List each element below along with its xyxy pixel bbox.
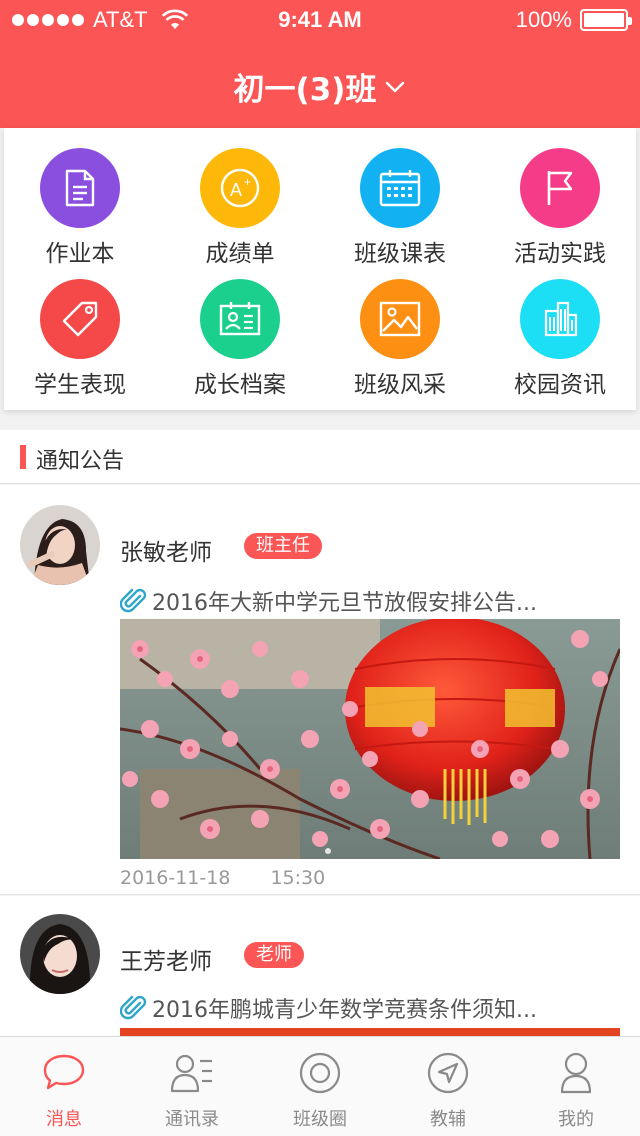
compass-icon xyxy=(427,1052,469,1094)
feature-grid: 作业本 A + 成绩单 班级课表 活动实践 学生表现 成长档案 班级风采 校园资… xyxy=(4,128,636,410)
feature-label: 成绩单 xyxy=(205,241,275,267)
feature-label: 活动实践 xyxy=(514,241,606,267)
tab-label: 教辅 xyxy=(430,1109,466,1130)
picture-icon xyxy=(360,279,440,359)
feature-timetable[interactable]: 班级课表 xyxy=(320,148,480,278)
homework-icon xyxy=(40,148,120,228)
feature-label: 成长档案 xyxy=(194,372,286,398)
notice-post[interactable]: 张敏老师 班主任 2016年大新中学元旦节放假安排公告... 2016-11-1… xyxy=(0,485,640,895)
status-bar: AT&T 9:41 AM 100% xyxy=(0,0,640,40)
class-selector[interactable]: 初一(3)班 xyxy=(0,64,640,109)
section-marker xyxy=(20,445,26,469)
feature-label: 作业本 xyxy=(45,241,115,267)
attachment-icon xyxy=(120,588,147,613)
feature-growth-record[interactable]: 成长档案 xyxy=(160,279,320,409)
grade-icon: A + xyxy=(200,148,280,228)
chevron-down-icon xyxy=(386,81,405,92)
tab-class-circle[interactable]: 班级圈 xyxy=(256,1051,384,1131)
notice-timestamp: 2016-11-18 15:30 xyxy=(120,867,325,889)
feature-homework[interactable]: 作业本 xyxy=(0,148,160,278)
building-icon xyxy=(520,279,600,359)
circle-icon xyxy=(299,1052,341,1094)
tab-bar: 消息 通讯录 班级圈 教辅 我的 xyxy=(0,1036,640,1136)
section-title: 通知公告 xyxy=(36,449,125,474)
battery-status: 100% xyxy=(515,7,632,33)
feature-performance[interactable]: 学生表现 xyxy=(0,279,160,409)
tag-icon xyxy=(40,279,120,359)
tab-label: 通讯录 xyxy=(165,1109,219,1130)
profile-card-icon xyxy=(200,279,280,359)
feature-label: 学生表现 xyxy=(34,372,126,398)
role-badge: 老师 xyxy=(244,942,304,968)
feature-label: 班级风采 xyxy=(354,372,446,398)
notice-title-text: 2016年鹏城青少年数学竞赛条件须知... xyxy=(152,998,537,1023)
tab-messages[interactable]: 消息 xyxy=(0,1051,128,1131)
user-icon xyxy=(560,1052,592,1094)
app-screen: AT&T 9:41 AM 100% 初一(3)班 作业本 A + 成绩单 班级课… xyxy=(0,0,640,1136)
attachment-icon xyxy=(120,995,147,1020)
tab-contacts[interactable]: 通讯录 xyxy=(128,1051,256,1131)
calendar-icon xyxy=(360,148,440,228)
tab-tutoring[interactable]: 教辅 xyxy=(384,1051,512,1131)
flag-icon xyxy=(520,148,600,228)
feature-label: 班级课表 xyxy=(354,241,446,267)
tab-label: 消息 xyxy=(46,1109,82,1130)
tab-profile[interactable]: 我的 xyxy=(512,1051,640,1131)
svg-text:+: + xyxy=(244,175,251,189)
notice-title[interactable]: 2016年大新中学元旦节放假安排公告... xyxy=(120,585,537,617)
notice-title-text: 2016年大新中学元旦节放假安排公告... xyxy=(152,591,537,616)
feature-campus-news[interactable]: 校园资讯 xyxy=(480,279,640,409)
avatar[interactable] xyxy=(20,505,100,585)
author-name: 王芳老师 xyxy=(120,949,212,975)
battery-percent: 100% xyxy=(515,7,572,32)
avatar[interactable] xyxy=(20,914,100,994)
notice-title[interactable]: 2016年鹏城青少年数学竞赛条件须知... xyxy=(120,992,537,1024)
notice-date: 2016-11-18 xyxy=(120,867,231,889)
notice-image[interactable] xyxy=(120,1028,620,1036)
feature-class-gallery[interactable]: 班级风采 xyxy=(320,279,480,409)
svg-text:A: A xyxy=(230,180,242,200)
feature-activities[interactable]: 活动实践 xyxy=(480,148,640,278)
author-name: 张敏老师 xyxy=(120,540,212,566)
notice-time: 15:30 xyxy=(270,867,326,889)
class-name: 初一(3)班 xyxy=(233,72,377,108)
tab-label: 班级圈 xyxy=(293,1109,347,1130)
feature-grades[interactable]: A + 成绩单 xyxy=(160,148,320,278)
tab-label: 我的 xyxy=(558,1109,594,1130)
feature-label: 校园资讯 xyxy=(514,372,606,398)
header: AT&T 9:41 AM 100% 初一(3)班 xyxy=(0,0,640,128)
notice-image[interactable] xyxy=(120,619,620,859)
contacts-icon xyxy=(170,1054,212,1093)
notices-header: 通知公告 xyxy=(0,430,640,484)
role-badge: 班主任 xyxy=(244,533,322,559)
chat-bubble-icon xyxy=(43,1054,85,1090)
notice-post[interactable]: 王芳老师 老师 2016年鹏城青少年数学竞赛条件须知... xyxy=(0,896,640,1036)
battery-icon xyxy=(580,9,632,31)
